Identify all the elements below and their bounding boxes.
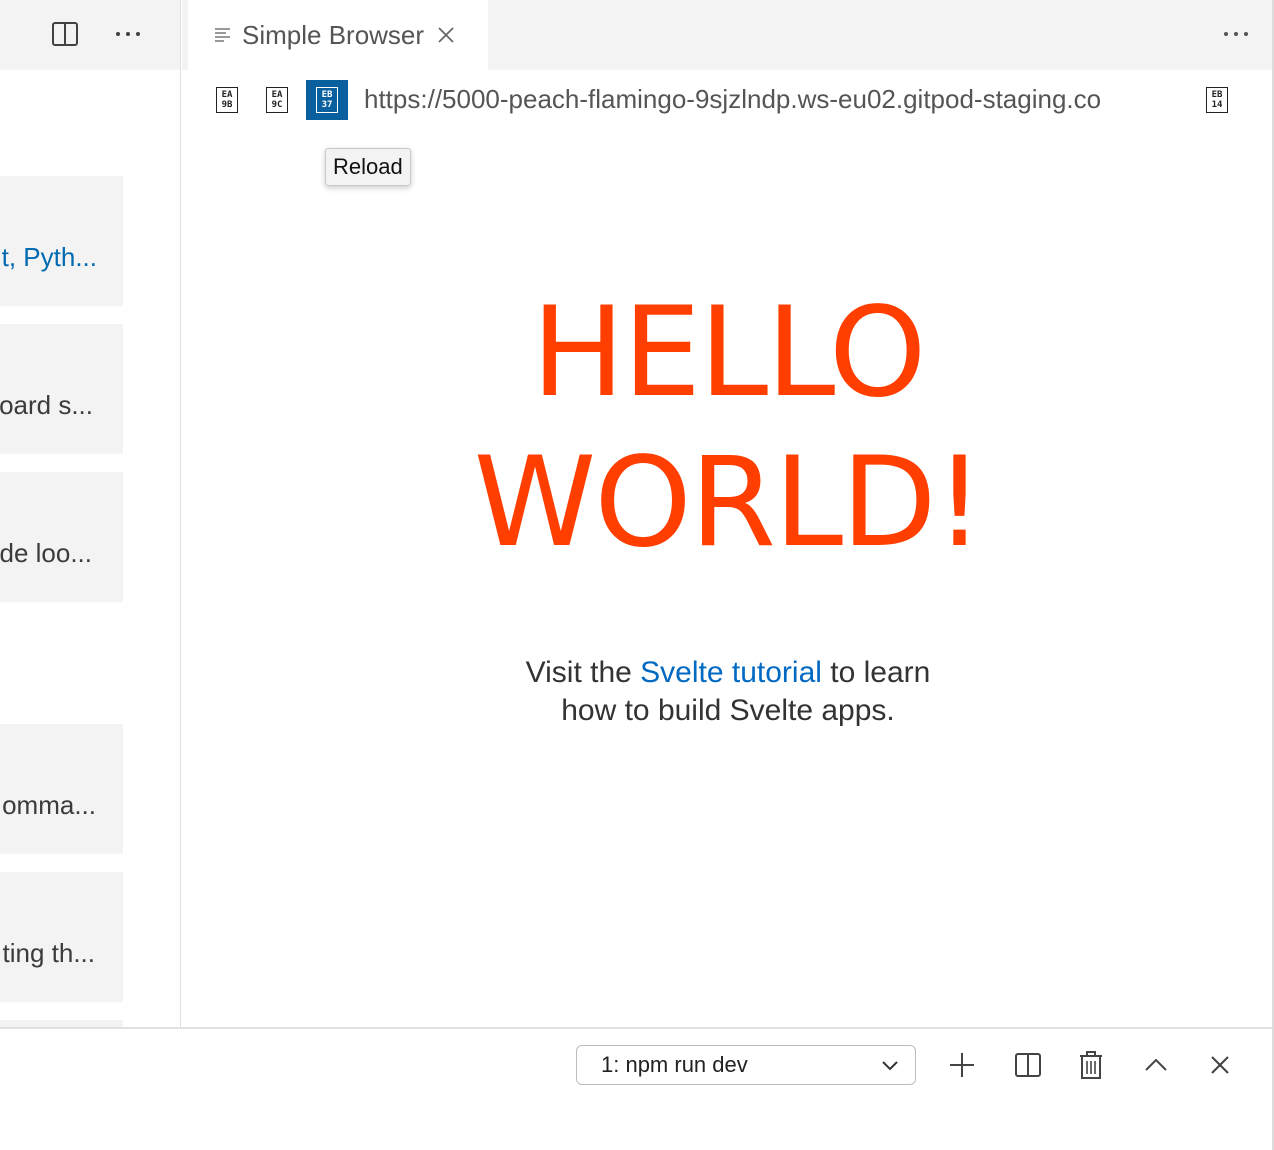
svelte-tutorial-link[interactable]: Svelte tutorial xyxy=(640,656,822,689)
walkthrough-card[interactable]: oard s... xyxy=(0,324,123,454)
left-sidebar: t, Pyth... oard s... de loo... omma... t… xyxy=(0,0,181,1027)
browser-viewport: HELLO WORLD! Visit the Svelte tutorial t… xyxy=(182,128,1274,1027)
terminal-panel: 1: npm run dev xyxy=(0,1027,1274,1150)
open-external-icon: EB 14 xyxy=(1206,87,1228,113)
tab-simple-browser[interactable]: Simple Browser xyxy=(188,0,488,70)
card-text: de loo... xyxy=(0,538,92,568)
card-text: oard s... xyxy=(0,390,93,420)
close-icon[interactable] xyxy=(436,25,456,45)
chevron-down-icon xyxy=(879,1055,901,1081)
preview-lines-icon xyxy=(214,26,232,44)
reload-tooltip: Reload xyxy=(325,148,411,186)
page-description: Visit the Svelte tutorial to learn how t… xyxy=(182,654,1274,730)
tab-title: Simple Browser xyxy=(242,19,425,50)
walkthrough-card[interactable]: t, Pyth... xyxy=(0,176,123,306)
more-actions-icon[interactable] xyxy=(1218,18,1254,50)
back-icon: EA 9B xyxy=(216,87,238,113)
walkthrough-card[interactable]: de loo... xyxy=(0,472,123,602)
card-text: t, Pyth... xyxy=(1,242,97,272)
sidebar-header xyxy=(0,0,180,70)
visit-text: to learn xyxy=(821,656,931,689)
browser-toolbar: EA 9B EA 9C EB 37 https://5000-peach-flamin… xyxy=(182,70,1274,128)
split-editor-icon[interactable] xyxy=(49,18,81,50)
card-text: ting th... xyxy=(2,938,96,968)
heading-line: WORLD! xyxy=(473,431,985,575)
editor-area: Simple Browser EA 9B EA 9C EB 37 https://50… xyxy=(182,0,1274,1027)
reload-icon: EB 37 xyxy=(316,87,338,113)
walkthrough-card[interactable]: ting th... xyxy=(0,872,123,1002)
terminal-select-value: 1: npm run dev xyxy=(601,1052,748,1077)
chevron-up-icon[interactable] xyxy=(1138,1047,1174,1083)
open-in-browser-button[interactable]: EB 14 xyxy=(1196,80,1238,120)
back-button[interactable]: EA 9B xyxy=(206,80,248,120)
more-actions-icon[interactable] xyxy=(112,18,144,50)
close-icon[interactable] xyxy=(1202,1047,1238,1083)
split-icon[interactable] xyxy=(1010,1047,1046,1083)
walkthrough-card[interactable] xyxy=(0,1020,123,1027)
page-heading: HELLO WORLD! xyxy=(182,278,1274,578)
terminal-select[interactable]: 1: npm run dev xyxy=(576,1045,916,1085)
heading-line: HELLO xyxy=(531,281,927,425)
visit-text: Visit the xyxy=(525,656,641,689)
tab-bar: Simple Browser xyxy=(182,0,1274,70)
url-input[interactable]: https://5000-peach-flamingo-9sjzlndp.ws-… xyxy=(364,84,1194,115)
reload-button[interactable]: EB 37 xyxy=(306,80,348,120)
card-text: omma... xyxy=(2,790,96,820)
walkthrough-card[interactable]: omma... xyxy=(0,724,123,854)
forward-icon: EA 9C xyxy=(266,87,288,113)
trash-icon[interactable] xyxy=(1073,1047,1109,1083)
add-icon[interactable] xyxy=(944,1047,980,1083)
forward-button[interactable]: EA 9C xyxy=(256,80,298,120)
visit-text: how to build Svelte apps. xyxy=(561,694,895,727)
